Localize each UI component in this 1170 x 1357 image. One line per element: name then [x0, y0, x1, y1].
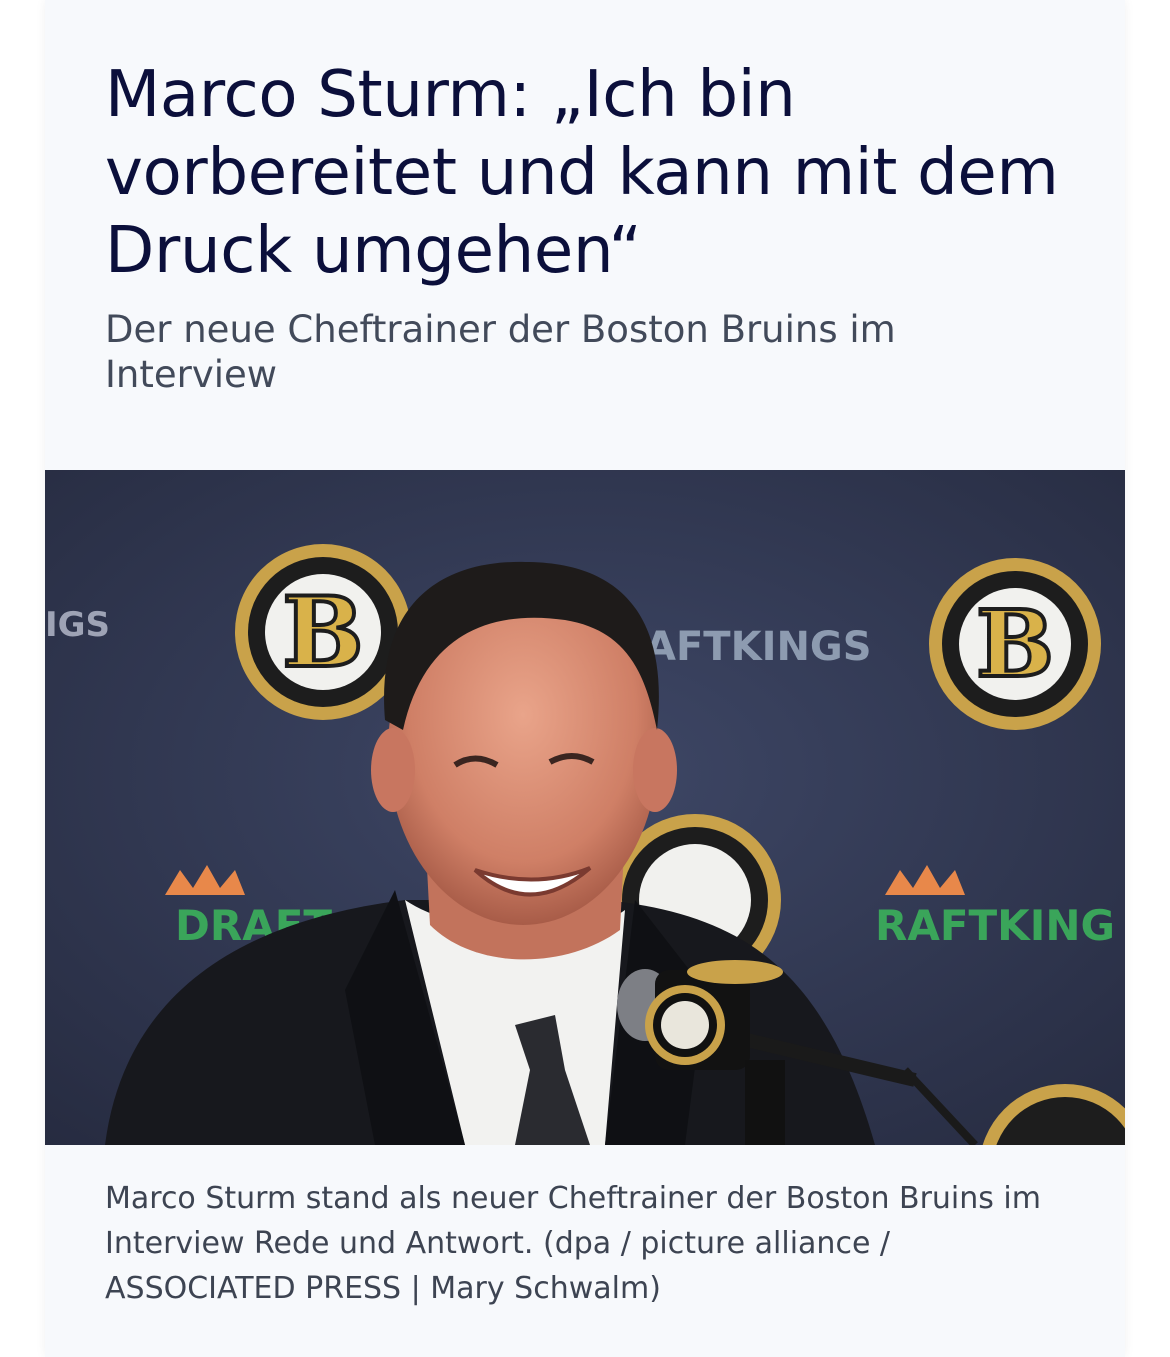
article-subline: Der neue Cheftrainer der Boston Bruins i… [105, 308, 896, 396]
article-headline: Marco Sturm: „Ich bin vorbereitet und ka… [105, 58, 1059, 288]
svg-text:B: B [976, 590, 1054, 698]
sponsor-text: AFTKINGS [645, 624, 872, 670]
page: Marco Sturm: „Ich bin vorbereitet und ka… [0, 0, 1170, 1357]
sponsor-text: RAFTKING [875, 901, 1115, 950]
article-photo[interactable]: B B IGS AFTKINGS DRAFT RAFTKING [45, 470, 1125, 1145]
press-conference-photo: B B IGS AFTKINGS DRAFT RAFTKING [45, 470, 1125, 1145]
bruins-logo-icon: B [929, 558, 1101, 730]
sponsor-text: IGS [45, 605, 110, 645]
svg-text:B: B [282, 576, 363, 689]
photo-caption: Marco Sturm stand als neuer Cheftrainer … [105, 1181, 1041, 1306]
article-card: Marco Sturm: „Ich bin vorbereitet und ka… [45, 0, 1125, 1357]
